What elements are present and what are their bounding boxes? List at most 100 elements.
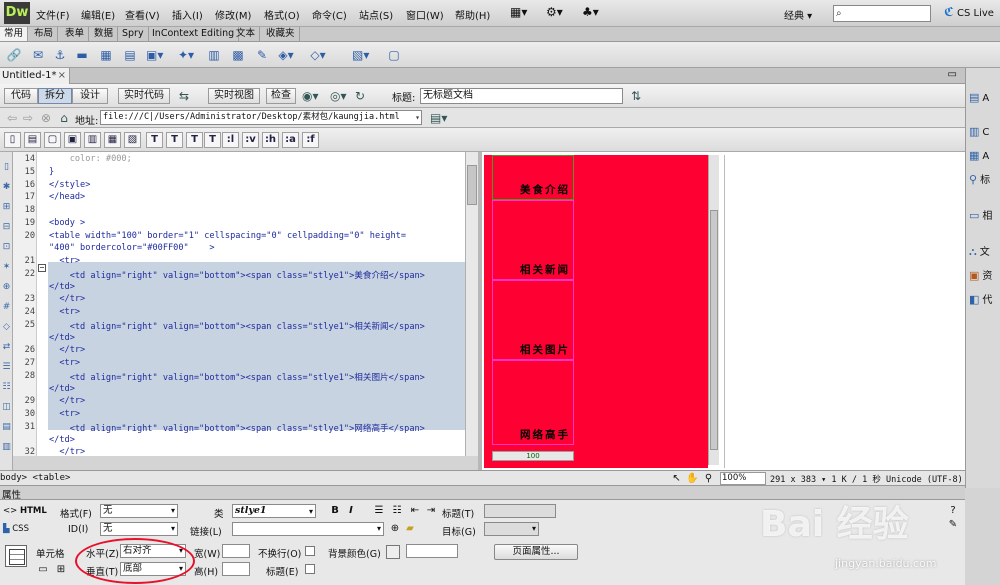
ordered-list-icon[interactable]: ☷ [390, 504, 404, 518]
help-icon[interactable]: ? [946, 504, 960, 518]
div-icon[interactable]: ▤ [122, 47, 138, 63]
site-map-icon[interactable]: ♣▾ [582, 5, 599, 19]
email-link-icon[interactable]: ✉ [30, 47, 46, 63]
remove-comment-icon[interactable]: ☷ [1, 382, 12, 393]
cs-live-button[interactable]: ℭ CS Live [944, 5, 994, 19]
html-mode-tab[interactable]: <> HTML [3, 506, 47, 520]
help-search-input[interactable]: ⌕ [833, 5, 931, 22]
code-line[interactable]: </tr> [49, 396, 85, 406]
unordered-list-icon[interactable]: ☰ [372, 504, 386, 518]
stop-icon[interactable]: ⊗ [38, 110, 54, 126]
code-line[interactable]: </td> [49, 282, 75, 292]
close-icon[interactable]: × [58, 68, 66, 83]
collapse-tag-icon[interactable]: ⊞ [1, 202, 12, 213]
code-line[interactable]: </head> [49, 192, 85, 202]
code-line[interactable]: <table width="100" border="1" cellspacin… [49, 231, 406, 241]
line-numbers-icon[interactable]: # [1, 302, 12, 313]
table-icon[interactable]: ▦ [98, 47, 114, 63]
comment-icon[interactable]: ✎ [254, 47, 270, 63]
calendar-icon[interactable]: ▩ [230, 47, 246, 63]
scrollbar-thumb[interactable] [467, 165, 477, 205]
move-css-icon[interactable]: ▥ [1, 442, 12, 453]
design-view[interactable]: 美食介绍 相关新闻 相关图片 网络高手 100 [482, 152, 965, 470]
document-tab[interactable]: Untitled-1* × [0, 68, 70, 84]
code-line[interactable]: <tr> [49, 409, 80, 419]
refresh-icon[interactable]: ↻ [352, 88, 368, 104]
quick-tag-editor-icon[interactable]: ✎ [946, 518, 960, 532]
width-input[interactable] [222, 544, 250, 558]
syntax-error-icon[interactable]: ⇄ [1, 342, 12, 353]
class-select[interactable]: stlye1 ▾ [232, 504, 316, 518]
nowrap-checkbox[interactable] [305, 546, 315, 556]
code-line[interactable]: <td align="right" valign="bottom"><span … [49, 371, 425, 383]
tab-incontext-editing[interactable]: InContext Editing [148, 27, 240, 41]
code-line[interactable]: <td align="right" valign="bottom"><span … [49, 269, 425, 281]
tv-icon[interactable]: ▥ [84, 132, 101, 148]
code-line[interactable]: </td> [49, 333, 75, 343]
restore-icon[interactable]: ▭ [948, 69, 957, 80]
fold-toggle-icon[interactable]: − [38, 264, 46, 272]
code-line[interactable]: </style> [49, 180, 90, 190]
validate-icon[interactable]: ◎▾ [330, 88, 347, 104]
print-icon[interactable]: ▤ [24, 132, 41, 148]
gear-icon[interactable]: ⚙▾ [546, 5, 563, 19]
templates-icon[interactable]: ▧▾ [352, 47, 369, 63]
image-icon[interactable]: ▣▾ [146, 47, 163, 63]
media-icon[interactable]: ✦▾ [178, 47, 194, 63]
outdent-icon[interactable]: ⇤ [408, 504, 422, 518]
layout-icon[interactable]: ▦▾ [510, 5, 527, 19]
highlight-invalid-icon[interactable]: ◇ [1, 322, 12, 333]
height-input[interactable] [222, 562, 250, 576]
menu-format[interactable]: 格式(O) [264, 7, 300, 22]
code-line[interactable]: <tr> [49, 307, 80, 317]
menu-file[interactable]: 文件(F) [36, 7, 70, 22]
home-icon[interactable]: ⌂ [56, 110, 72, 126]
recent-snippets-icon[interactable]: ▤ [1, 422, 12, 433]
open-documents-icon[interactable]: ▯ [1, 162, 12, 173]
tab-text[interactable]: 文本 [232, 27, 261, 41]
zoom-tool-icon[interactable]: ⚲ [702, 472, 715, 485]
wrap-tag-icon[interactable]: ◫ [1, 402, 12, 413]
target-select[interactable]: ▾ [484, 522, 539, 536]
header-checkbox[interactable] [305, 564, 315, 574]
code-line[interactable]: <td align="right" valign="bottom"><span … [49, 320, 425, 332]
point-to-file-icon[interactable]: ⊕ [388, 522, 402, 536]
menu-help[interactable]: 帮助(H) [455, 7, 490, 22]
code-line[interactable]: <tr> [49, 358, 80, 368]
css-hover-button[interactable]: :h [262, 132, 279, 148]
named-anchor-icon[interactable]: ⚓ [52, 47, 68, 63]
tab-data[interactable]: 数据 [90, 27, 119, 41]
css-active-button[interactable]: :a [282, 132, 299, 148]
screen-icon[interactable]: ▢ [44, 132, 61, 148]
chevron-down-icon[interactable]: ▾ [415, 111, 420, 124]
balance-braces-icon[interactable]: ⊕ [1, 282, 12, 293]
inspect-button[interactable]: 检查 [266, 88, 296, 104]
live-view-button[interactable]: 实时视图 [208, 88, 260, 104]
browser-options-icon[interactable]: ▤▾ [430, 110, 447, 126]
code-line[interactable]: <tr> [49, 256, 80, 266]
code-line[interactable]: } [49, 167, 54, 177]
page-properties-button[interactable]: 页面属性... [494, 544, 578, 560]
live-code-button[interactable]: 实时代码 [118, 88, 170, 104]
code-line[interactable]: </td> [49, 384, 75, 394]
id-select[interactable]: 无 ▾ [100, 522, 178, 536]
text-t-icon[interactable]: T [146, 132, 163, 148]
table-cell[interactable]: 相关新闻 [492, 200, 574, 280]
split-view-button[interactable]: 拆分 [38, 88, 72, 104]
script-icon[interactable]: ◇▾ [310, 47, 326, 63]
horizontal-rule-icon[interactable]: ▬ [74, 47, 90, 63]
table-cell[interactable]: 网络高手 [492, 360, 574, 445]
folder-icon[interactable]: ▰ [403, 522, 417, 536]
tab-spry[interactable]: Spry [118, 27, 149, 41]
bgcolor-swatch[interactable] [386, 545, 400, 559]
css-mode-tab[interactable]: ▙ CSS [3, 524, 41, 538]
tab-common[interactable]: 常用 [0, 27, 29, 41]
file-management-icon[interactable]: ⇅ [628, 88, 644, 104]
indent-icon[interactable]: ⇥ [424, 504, 438, 518]
hyperlink-icon[interactable]: 🔗 [6, 47, 22, 63]
menu-commands[interactable]: 命令(C) [312, 7, 347, 22]
tab-layout[interactable]: 布局 [30, 27, 59, 41]
css-focus-button[interactable]: :f [302, 132, 319, 148]
code-line[interactable]: <td align="right" valign="bottom"><span … [49, 422, 425, 434]
apply-comment-icon[interactable]: ☰ [1, 362, 12, 373]
